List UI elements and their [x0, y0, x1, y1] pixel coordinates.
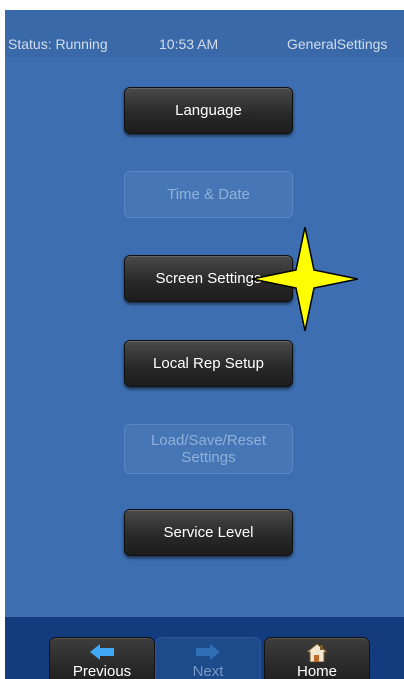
load-save-reset-label-line1: Load/Save/Reset [150, 432, 267, 449]
screen-name: GeneralSettings [287, 36, 388, 52]
service-level-button[interactable]: Service Level [124, 509, 293, 556]
arrow-right-icon [196, 644, 220, 665]
language-button[interactable]: Language [124, 87, 293, 134]
next-button[interactable]: Next [155, 637, 261, 679]
time-date-button[interactable]: Time & Date [124, 171, 293, 218]
load-save-reset-button[interactable]: Load/Save/Reset Settings [124, 424, 293, 474]
highlight-star-icon [252, 227, 358, 331]
status-text: Status: Running [8, 36, 108, 52]
previous-label: Previous [72, 663, 132, 679]
previous-button[interactable]: Previous [49, 637, 155, 679]
local-rep-setup-button[interactable]: Local Rep Setup [124, 340, 293, 387]
load-save-reset-label-line2: Settings [181, 449, 236, 466]
home-button[interactable]: Home [264, 637, 370, 679]
settings-screen: Status: Running 10:53 AM GeneralSettings… [5, 10, 404, 679]
home-label: Home [296, 663, 337, 679]
clock: 10:53 AM [159, 36, 219, 52]
status-bar: Status: Running 10:53 AM GeneralSettings [5, 10, 404, 57]
arrow-left-icon [90, 644, 114, 665]
next-label: Next [192, 663, 224, 679]
nav-bar: Previous Next Home [5, 617, 404, 679]
